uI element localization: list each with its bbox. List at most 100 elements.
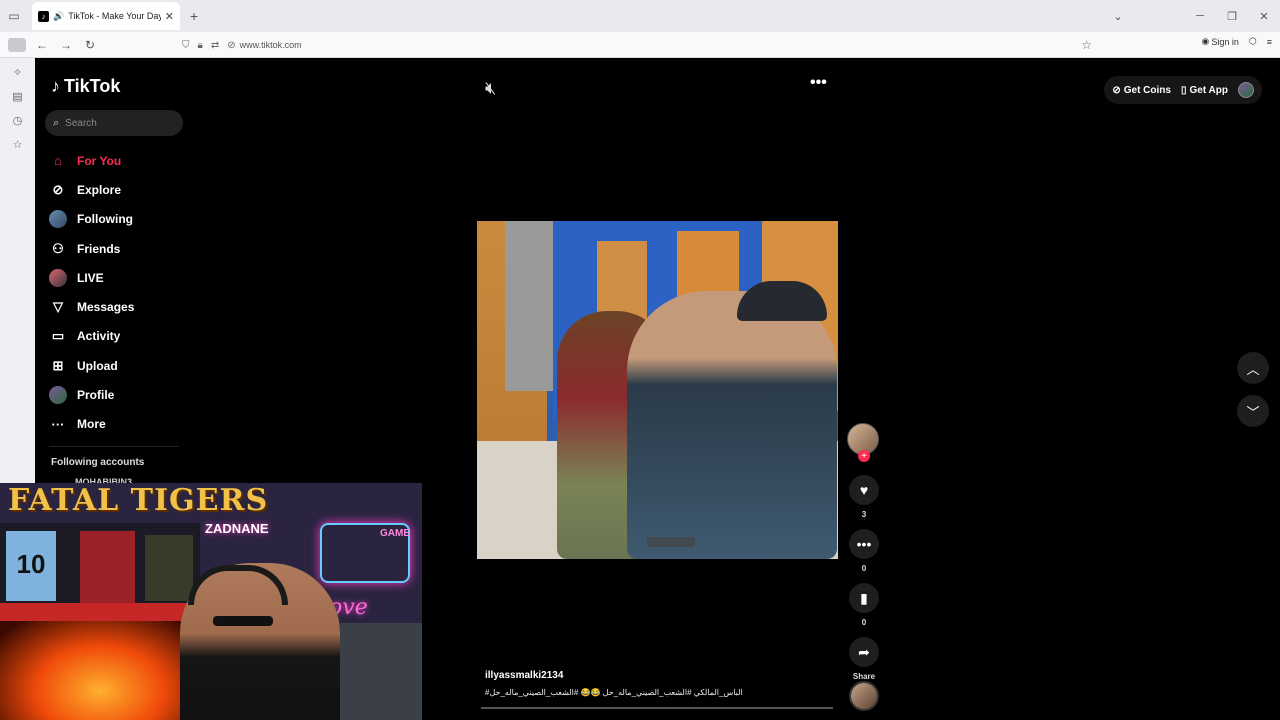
browser-tab-bar: ▭ ♪ 🔊 TikTok - Make Your Day ✕ + ⌄ ─ ❐ ✕ xyxy=(0,0,1280,32)
close-tab-icon[interactable]: ✕ xyxy=(165,10,174,23)
history-icon[interactable]: ◷ xyxy=(0,114,35,130)
extensions-icon[interactable]: ⬡ xyxy=(1249,36,1257,47)
webcam-sunglasses xyxy=(213,616,273,626)
webcam-shelf-right xyxy=(340,623,422,720)
jersey-number: 10 xyxy=(16,549,46,579)
sidebar-item-profile[interactable]: Profile xyxy=(49,380,134,409)
get-coins-label: Get Coins xyxy=(1123,84,1171,96)
sidebar-item-live[interactable]: LIVE xyxy=(49,263,134,292)
autoplay-blocked-icon[interactable]: ⊘ xyxy=(227,40,235,51)
sidebar-item-messages[interactable]: ▽ Messages xyxy=(49,292,134,321)
browser-tab[interactable]: ♪ 🔊 TikTok - Make Your Day ✕ xyxy=(32,2,180,30)
ai-icon[interactable]: ✧ xyxy=(0,66,35,82)
back-icon[interactable]: ← xyxy=(30,38,54,52)
bookmark-star-icon[interactable]: ☆ xyxy=(1081,38,1092,52)
logo-text: TikTok xyxy=(64,76,121,96)
url-text[interactable]: www.tiktok.com xyxy=(240,40,302,50)
restore-icon[interactable]: ❐ xyxy=(1216,10,1248,23)
minimize-icon[interactable]: ─ xyxy=(1184,10,1216,22)
reading-list-icon[interactable]: ▤ xyxy=(0,90,35,106)
search-input[interactable]: ⌕ Search xyxy=(45,110,183,136)
creator-avatar[interactable]: + xyxy=(847,423,879,462)
previous-video-button[interactable]: ︿ xyxy=(1237,352,1269,384)
get-app-button[interactable]: ▯ Get App xyxy=(1181,85,1228,96)
sidebar-item-label: LIVE xyxy=(77,270,104,285)
music-disc-avatar[interactable] xyxy=(849,681,879,711)
permissions-icon[interactable]: ⇄ xyxy=(211,40,219,51)
share-icon[interactable]: ➦ xyxy=(849,637,879,667)
sidebar-item-label: Explore xyxy=(77,182,122,197)
top-right-actions: ⊘ Get Coins ▯ Get App xyxy=(1104,76,1262,104)
tab-overview-icon[interactable]: ▭ xyxy=(0,2,28,30)
sidebar-item-more[interactable]: ··· More xyxy=(49,410,134,439)
webcam-game-sign: GAME xyxy=(380,528,410,539)
sidebar-item-activity[interactable]: ▭ Activity xyxy=(49,322,134,351)
tiktok-note-icon: ♪ xyxy=(51,76,60,96)
tab-list-chevron-icon[interactable]: ⌄ xyxy=(1102,10,1134,23)
sidebar-item-label: For You xyxy=(77,153,122,168)
sidebar-item-following[interactable]: Following xyxy=(49,205,134,234)
lock-icon[interactable]: 🔒︎ xyxy=(198,40,203,51)
next-video-button[interactable]: ﹀ xyxy=(1237,395,1269,427)
video-hashtags[interactable]: #الباس_المالكي #الشعب_الصيني_ماله_حل 😂😂 … xyxy=(485,688,845,697)
comment-icon[interactable]: ••• xyxy=(849,529,879,559)
menu-icon[interactable]: ≡ xyxy=(1267,37,1272,47)
sidebar-toggle-icon[interactable] xyxy=(8,37,26,52)
sidebar-item-upload[interactable]: ⊞ Upload xyxy=(49,351,134,380)
webcam-jersey xyxy=(145,535,193,601)
webcam-overlay: 10 FATAL TIGERS ZADNANE GAME love xyxy=(0,483,422,720)
bookmark-icon[interactable]: ▮ xyxy=(849,583,879,613)
like-action[interactable]: ♥ 3 xyxy=(847,475,881,519)
activity-icon: ▭ xyxy=(51,328,65,344)
reload-icon[interactable]: ↻ xyxy=(78,38,102,52)
plus-square-icon: ⊞ xyxy=(52,357,64,373)
save-count: 0 xyxy=(861,618,867,627)
url-bar[interactable]: ⛉ 🔒︎ ⇄ ⊘ www.tiktok.com ☆ xyxy=(178,35,1096,55)
sidebar-divider xyxy=(49,446,179,447)
shield-icon[interactable]: ⛉ xyxy=(182,40,190,51)
heart-icon[interactable]: ♥ xyxy=(849,475,879,505)
share-action[interactable]: ➦ Share xyxy=(847,637,881,681)
video-person-man xyxy=(627,291,837,559)
forward-icon[interactable]: → xyxy=(54,38,78,52)
sidebar-item-explore[interactable]: ⊘ Explore xyxy=(49,175,134,204)
webcam-jersey: 10 xyxy=(6,531,56,601)
tiktok-logo[interactable]: ♪ TikTok xyxy=(51,76,120,97)
sidebar-item-label: Friends xyxy=(77,241,121,256)
account-icon[interactable]: ◉ xyxy=(1201,36,1209,47)
tab-title: TikTok - Make Your Day xyxy=(68,11,161,21)
comment-count: 0 xyxy=(861,564,867,573)
webcam-fireplace xyxy=(0,621,200,720)
like-count: 3 xyxy=(861,510,867,519)
video-options-icon[interactable]: ••• xyxy=(810,74,827,92)
mute-icon[interactable]: 🔇︎ xyxy=(485,78,496,99)
search-icon: ⌕ xyxy=(53,116,60,129)
new-tab-icon[interactable]: + xyxy=(190,8,198,24)
audio-icon[interactable]: 🔊 xyxy=(53,11,64,22)
video-player[interactable] xyxy=(477,221,838,559)
video-username[interactable]: illyassmalki2134 xyxy=(485,670,845,681)
close-window-icon[interactable]: ✕ xyxy=(1248,10,1280,23)
video-caption: illyassmalki2134 #الباس_المالكي #الشعب_ا… xyxy=(485,670,845,697)
live-icon xyxy=(49,268,67,287)
sidebar-menu: ⌂ For You ⊘ Explore Following ⚇ Friends … xyxy=(49,146,134,439)
get-coins-button[interactable]: ⊘ Get Coins xyxy=(1112,85,1171,96)
sidebar-item-friends[interactable]: ⚇ Friends xyxy=(49,234,134,263)
search-placeholder: Search xyxy=(65,117,97,129)
window-controls: ⌄ ─ ❐ ✕ xyxy=(1102,0,1280,32)
comment-action[interactable]: ••• 0 xyxy=(847,529,881,573)
sidebar-item-for-you[interactable]: ⌂ For You xyxy=(49,146,134,175)
sign-in-button[interactable]: Sign in xyxy=(1211,37,1239,47)
user-avatar[interactable] xyxy=(1238,82,1254,98)
bookmarks-icon[interactable]: ☆ xyxy=(0,138,35,154)
send-icon: ▽ xyxy=(53,299,63,315)
follow-plus-icon[interactable]: + xyxy=(858,450,870,462)
share-label: Share xyxy=(852,672,876,681)
avatar-icon xyxy=(49,210,67,229)
video-progress-bar[interactable] xyxy=(481,707,833,709)
chevron-down-icon: ﹀ xyxy=(1246,404,1260,420)
save-action[interactable]: ▮ 0 xyxy=(847,583,881,627)
navigation-bar: ← → ↻ ⛉ 🔒︎ ⇄ ⊘ www.tiktok.com ☆ ◉ Sign i… xyxy=(0,32,1280,58)
toolbar-right: ◉ Sign in ⬡ ≡ xyxy=(1201,36,1272,47)
sidebar-item-label: More xyxy=(77,417,106,432)
